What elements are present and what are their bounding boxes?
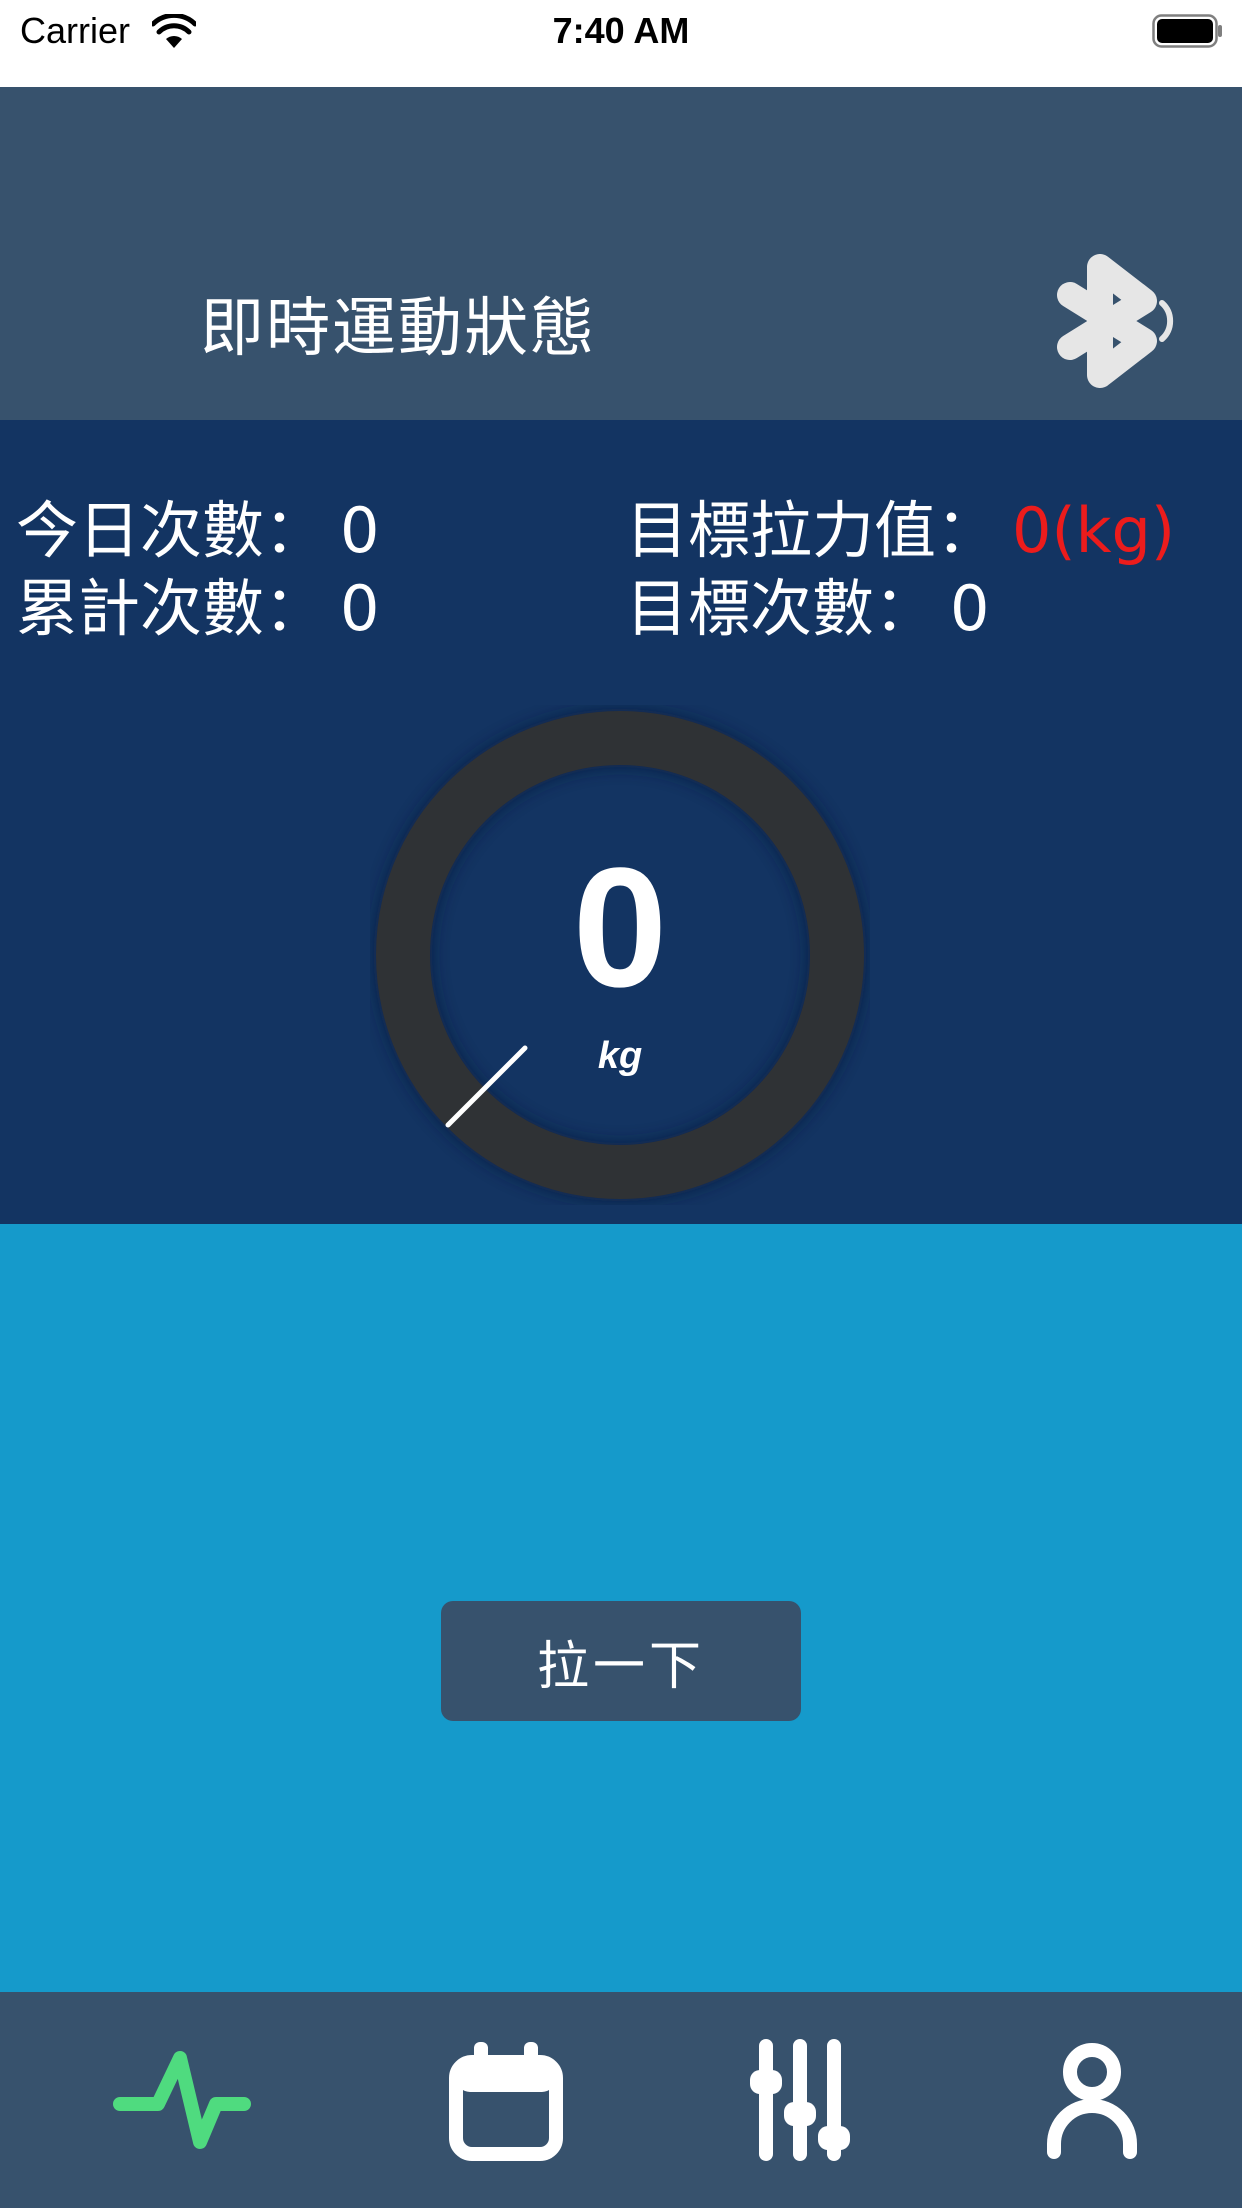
target-count: 目標次數： 0 [626, 558, 989, 648]
activity-pulse-icon [113, 2051, 251, 2149]
tab-calendar[interactable] [426, 2020, 586, 2180]
today-count-label: 今日次數： [16, 494, 327, 567]
tab-activity[interactable] [100, 2020, 260, 2180]
target-count-label: 目標次數： [626, 572, 937, 645]
target-force-value: 0(kg) [1012, 494, 1176, 567]
status-bar: Carrier 7:40 AM [0, 0, 1242, 87]
total-count: 累計次數： 0 [16, 558, 379, 648]
calendar-icon [449, 2042, 563, 2161]
battery-icon [1152, 14, 1222, 48]
status-time: 7:40 AM [552, 10, 690, 51]
app-screen: Carrier 7:40 AM 即時運動狀態 今日次數： 0 累計次數： 0 目標拉… [0, 0, 1242, 2208]
tab-profile[interactable] [1012, 2020, 1172, 2180]
target-force-label: 目標拉力值： [626, 494, 999, 567]
page-title: 即時運動狀態 [200, 292, 596, 366]
gauge-value: 0 [572, 833, 668, 1023]
pull-button[interactable]: 拉一下 [441, 1601, 801, 1721]
header: 即時運動狀態 [0, 87, 1242, 420]
user-icon [1047, 2043, 1137, 2159]
bluetooth-icon[interactable] [1040, 247, 1188, 395]
sliders-icon [750, 2039, 850, 2161]
today-count-value: 0 [340, 494, 380, 567]
today-count: 今日次數： 0 [16, 480, 379, 570]
target-count-value: 0 [950, 572, 990, 645]
tab-settings[interactable] [720, 2020, 880, 2180]
target-force: 目標拉力值： 0(kg) [626, 480, 1175, 570]
gauge-unit: kg [597, 1035, 643, 1077]
total-count-value: 0 [340, 572, 380, 645]
tab-bar [0, 1992, 1242, 2208]
total-count-label: 累計次數： [16, 572, 327, 645]
